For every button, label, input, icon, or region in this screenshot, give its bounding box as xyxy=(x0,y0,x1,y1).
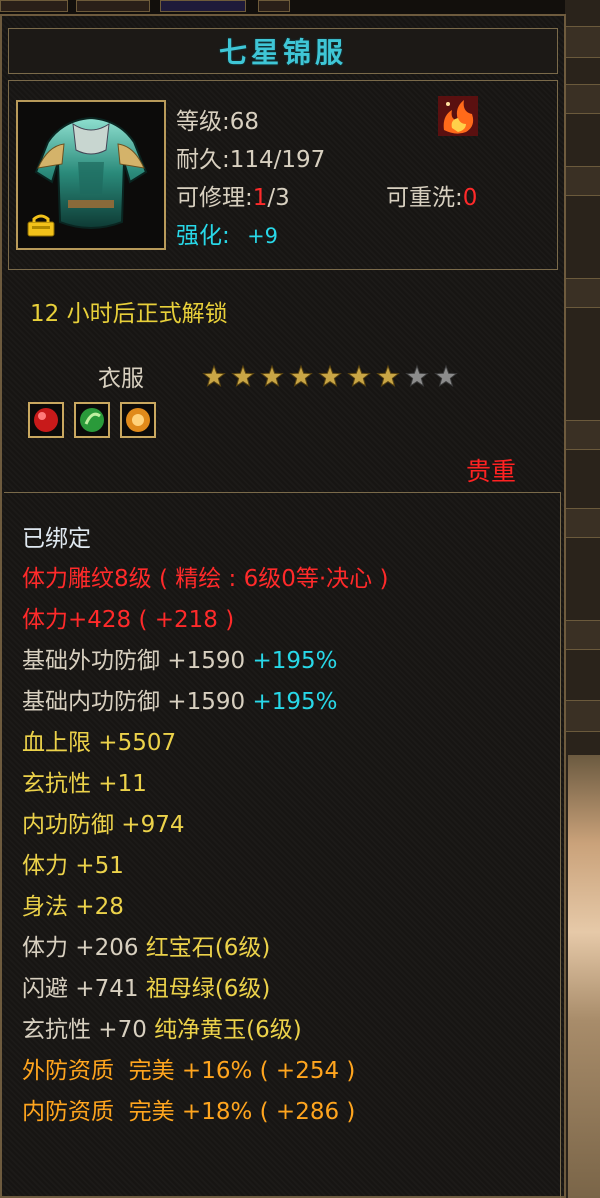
star-filled-icon xyxy=(289,364,313,388)
top-tab-3 xyxy=(160,0,246,12)
attr-gem-topaz: 玄抗性 +70 纯净黄玉(6级) xyxy=(22,1017,302,1043)
repair-value: 1 xyxy=(252,185,268,211)
attr-engraving: 体力雕纹8级 ( 精绘 : 6级0等·决心 ) xyxy=(22,566,389,592)
attr-stamina-total: 体力+428 ( +218 ) xyxy=(22,607,235,633)
attr-inner-quality: 内防资质 完美 +18% ( +286 ) xyxy=(22,1099,356,1125)
item-repair: 可修理:1/3 xyxy=(176,178,290,212)
item-tooltip: 七星锦服 等级:68 耐久:114/197 可修理:1/3 可重洗:0 强化: … xyxy=(0,14,566,1198)
enhance-value: +9 xyxy=(247,224,279,248)
attr-base-outer-defense: 基础外功防御 +1590 +195% xyxy=(22,648,338,674)
attr-base-inner-defense: 基础内功防御 +1590 +195% xyxy=(22,689,338,715)
repair-label: 可修理: xyxy=(176,185,253,211)
star-filled-icon xyxy=(347,364,371,388)
armor-icon xyxy=(16,100,166,250)
red-gem-icon xyxy=(28,402,64,438)
rarity-label: 贵重 xyxy=(466,457,517,486)
attr-agility: 身法 +28 xyxy=(22,894,124,920)
attr-inner-defense: 内功防御 +974 xyxy=(22,812,185,838)
item-name: 七星锦服 xyxy=(218,36,347,69)
star-empty-icon xyxy=(434,364,458,388)
item-enhance: 强化: +9 xyxy=(176,216,278,250)
gem-socket-row xyxy=(28,402,168,440)
attr-outer-quality: 外防资质 完美 +16% ( +254 ) xyxy=(22,1058,356,1084)
star-filled-icon xyxy=(260,364,284,388)
attr-gem-emerald: 闪避 +741 祖母绿(6级) xyxy=(22,976,271,1002)
repair-total: /3 xyxy=(267,185,290,211)
top-tab-2 xyxy=(76,0,150,12)
star-filled-icon xyxy=(202,364,226,388)
star-filled-icon xyxy=(231,364,255,388)
item-title-bar: 七星锦服 xyxy=(8,28,558,74)
star-empty-icon xyxy=(405,364,429,388)
attr-xuan-resist: 玄抗性 +11 xyxy=(22,771,147,797)
item-level: 等级:68 xyxy=(176,109,260,135)
top-tab-1 xyxy=(0,0,68,12)
star-rating xyxy=(202,364,458,388)
background-top-bar xyxy=(0,0,600,14)
fire-emblem-icon xyxy=(438,96,478,136)
star-filled-icon xyxy=(376,364,400,388)
rewash-label: 可重洗: xyxy=(386,185,463,211)
attribute-list: 已绑定 体力雕纹8级 ( 精绘 : 6级0等·决心 ) 体力+428 ( +21… xyxy=(4,492,561,1198)
star-filled-icon xyxy=(318,364,342,388)
attr-gem-ruby: 体力 +206 红宝石(6级) xyxy=(22,935,271,961)
lock-icon xyxy=(27,214,55,237)
rewash-value: 0 xyxy=(462,185,478,211)
unlock-notice: 12 小时后正式解锁 xyxy=(30,301,228,327)
attr-stamina: 体力 +51 xyxy=(22,853,124,879)
green-gem-icon xyxy=(74,402,110,438)
orange-gem-icon xyxy=(120,402,156,438)
background-character-portrait xyxy=(568,755,600,1198)
enhance-label: 强化: xyxy=(176,223,230,249)
top-tab-4 xyxy=(258,0,290,12)
item-durability: 耐久:114/197 xyxy=(176,147,326,173)
item-type: 衣服 xyxy=(98,366,144,392)
item-rewash: 可重洗:0 xyxy=(386,178,477,212)
attr-hp-max: 血上限 +5507 xyxy=(22,730,177,756)
bound-status: 已绑定 xyxy=(22,526,91,552)
